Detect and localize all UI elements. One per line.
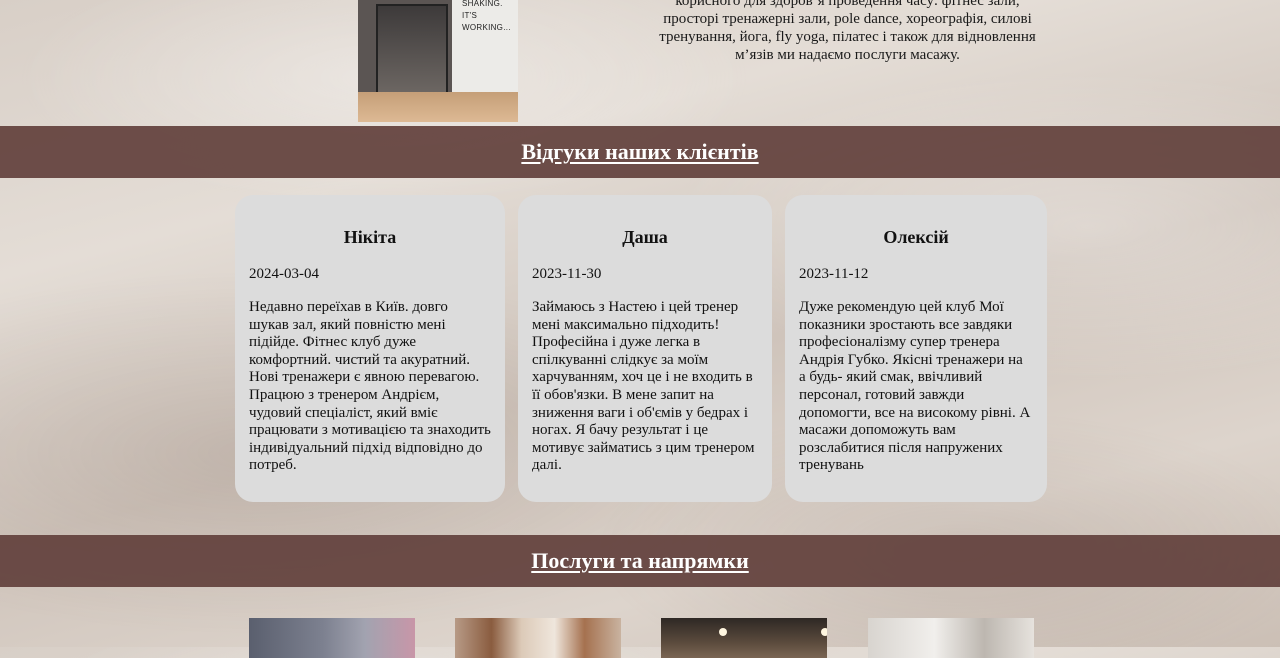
gym-interior-image: SHAKING. IT'S WORKING... bbox=[358, 0, 518, 122]
review-text: Недавно переїхав в Київ. довго шукав зал… bbox=[249, 299, 491, 474]
photo-mirror bbox=[376, 4, 448, 98]
review-card: Нікіта 2024-03-04 Недавно переїхав в Киї… bbox=[235, 195, 505, 502]
services-heading[interactable]: Послуги та напрямки bbox=[531, 548, 749, 574]
review-card: Даша 2023-11-30 Займаюсь з Настею і цей … bbox=[518, 195, 772, 502]
services-banner: Послуги та напрямки bbox=[0, 535, 1280, 587]
review-text: Займаюсь з Настею і цей тренер мені макс… bbox=[532, 299, 755, 474]
review-date: 2024-03-04 bbox=[249, 266, 319, 282]
review-date: 2023-11-12 bbox=[799, 266, 869, 282]
review-author: Даша bbox=[622, 227, 668, 247]
service-image-3[interactable] bbox=[661, 618, 827, 658]
review-date: 2023-11-30 bbox=[532, 266, 602, 282]
review-card: Олексій 2023-11-12 Дуже рекомендую цей к… bbox=[785, 195, 1047, 502]
about-section: SHAKING. IT'S WORKING... корисного для з… bbox=[0, 0, 1280, 126]
review-text: Дуже рекомендую цей клуб Мої показники з… bbox=[799, 299, 1031, 474]
ceiling-light bbox=[821, 628, 827, 636]
service-image-1[interactable] bbox=[249, 618, 415, 658]
photo-wall-lettering: SHAKING. IT'S WORKING... bbox=[462, 0, 511, 32]
about-line: м’язів ми надаємо послуги масажу. bbox=[735, 47, 960, 63]
about-line: просторі тренажерні зали, pole dance, хо… bbox=[663, 11, 1032, 27]
about-line: тренування, йога, fly yoga, пілатес і та… bbox=[659, 29, 1036, 45]
reviews-heading[interactable]: Відгуки наших клієнтів bbox=[521, 139, 758, 165]
photo-floor bbox=[358, 92, 518, 122]
service-image-2[interactable] bbox=[455, 618, 621, 658]
ceiling-light bbox=[719, 628, 727, 636]
reviews-list: Нікіта 2024-03-04 Недавно переїхав в Киї… bbox=[0, 195, 1280, 505]
about-line: корисного для здоров`я проведення часу: … bbox=[675, 0, 1020, 9]
review-author: Олексій bbox=[883, 227, 949, 247]
reviews-banner: Відгуки наших клієнтів bbox=[0, 126, 1280, 178]
review-author: Нікіта bbox=[343, 227, 397, 247]
about-description: корисного для здоров`я проведення часу: … bbox=[650, 0, 1045, 64]
service-image-4[interactable] bbox=[868, 618, 1034, 658]
